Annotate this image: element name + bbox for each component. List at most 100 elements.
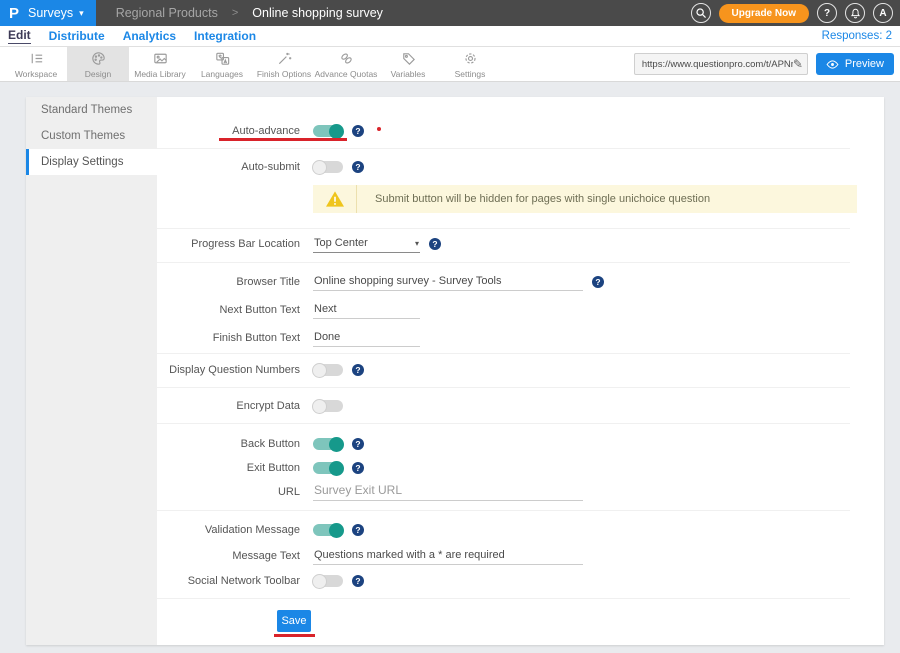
help-button[interactable]: ? bbox=[817, 3, 837, 23]
toolbar-item-media-library[interactable]: Media Library bbox=[129, 47, 191, 81]
header-actions: Upgrade Now ? A bbox=[691, 3, 893, 23]
upgrade-now-button[interactable]: Upgrade Now bbox=[719, 4, 809, 23]
divider bbox=[157, 228, 850, 229]
help-icon[interactable]: ? bbox=[352, 438, 364, 450]
auto-advance-toggle[interactable] bbox=[313, 125, 343, 137]
auto-submit-toggle[interactable] bbox=[313, 161, 343, 173]
breadcrumb-folder[interactable]: Regional Products bbox=[116, 6, 218, 20]
survey-url-field[interactable]: https://www.questionpro.com/t/APNrFZ ✎ bbox=[634, 53, 808, 75]
finish-button-text-label: Finish Button Text bbox=[157, 332, 300, 344]
warning-text: Submit button will be hidden for pages w… bbox=[357, 193, 710, 205]
exit-button-row: Exit Button ? bbox=[157, 456, 884, 480]
toggle-knob bbox=[312, 399, 327, 414]
finish-button-text-input[interactable] bbox=[313, 329, 420, 347]
tab-edit[interactable]: Edit bbox=[8, 28, 31, 44]
toggle-knob bbox=[312, 574, 327, 589]
avatar[interactable]: A bbox=[873, 3, 893, 23]
display-question-numbers-toggle[interactable] bbox=[313, 364, 343, 376]
message-text-input[interactable] bbox=[313, 547, 583, 565]
toolbar-item-settings[interactable]: Settings bbox=[439, 47, 501, 81]
help-icon[interactable]: ? bbox=[352, 524, 364, 536]
encrypt-data-row: Encrypt Data bbox=[157, 394, 884, 418]
toggle-knob bbox=[329, 461, 344, 476]
validation-message-toggle[interactable] bbox=[313, 524, 343, 536]
help-icon[interactable]: ? bbox=[592, 276, 604, 288]
tab-distribute[interactable]: Distribute bbox=[49, 29, 105, 44]
progress-bar-location-select[interactable]: Top Center ▾ bbox=[313, 235, 420, 253]
survey-url-text: https://www.questionpro.com/t/APNrFZ bbox=[642, 59, 793, 70]
sidebar-item-standard-themes[interactable]: Standard Themes bbox=[26, 97, 157, 123]
search-icon bbox=[694, 6, 708, 20]
main-nav: Edit Distribute Analytics Integration Re… bbox=[0, 26, 900, 47]
chevron-down-icon: ▾ bbox=[79, 8, 84, 19]
responses-count[interactable]: Responses: 2 bbox=[822, 30, 892, 42]
divider bbox=[157, 262, 850, 263]
toolbar-item-advance-quotas[interactable]: Advance Quotas bbox=[315, 47, 377, 81]
exit-url-input[interactable] bbox=[313, 483, 583, 501]
display-question-numbers-label: Display Question Numbers bbox=[157, 364, 300, 376]
next-button-text-row: Next Button Text bbox=[157, 298, 884, 322]
auto-advance-label: Auto-advance bbox=[157, 125, 300, 137]
message-text-label: Message Text bbox=[157, 550, 300, 562]
help-icon[interactable]: ? bbox=[352, 364, 364, 376]
social-network-toolbar-toggle[interactable] bbox=[313, 575, 343, 587]
browser-title-row: Browser Title ? bbox=[157, 270, 884, 294]
help-icon[interactable]: ? bbox=[352, 161, 364, 173]
message-text-row: Message Text bbox=[157, 544, 884, 568]
caret-down-icon: ▾ bbox=[415, 239, 419, 248]
notifications-button[interactable] bbox=[845, 3, 865, 23]
progress-bar-location-label: Progress Bar Location bbox=[157, 238, 300, 250]
tab-analytics[interactable]: Analytics bbox=[123, 29, 176, 44]
validation-message-row: Validation Message ? bbox=[157, 518, 884, 542]
breadcrumb-survey-title: Online shopping survey bbox=[252, 6, 383, 20]
toggle-knob bbox=[329, 523, 344, 538]
sidebar-item-custom-themes[interactable]: Custom Themes bbox=[26, 123, 157, 149]
help-icon[interactable]: ? bbox=[429, 238, 441, 250]
design-panel: Standard Themes Custom Themes Display Se… bbox=[26, 97, 884, 645]
design-sidebar: Standard Themes Custom Themes Display Se… bbox=[26, 97, 157, 645]
social-network-toolbar-row: Social Network Toolbar ? bbox=[157, 569, 884, 593]
next-button-text-input[interactable] bbox=[313, 301, 420, 319]
image-icon bbox=[152, 50, 169, 67]
exit-button-label: Exit Button bbox=[157, 462, 300, 474]
save-button[interactable]: Save bbox=[277, 610, 311, 632]
exit-button-toggle[interactable] bbox=[313, 462, 343, 474]
tab-integration[interactable]: Integration bbox=[194, 29, 256, 44]
back-button-toggle[interactable] bbox=[313, 438, 343, 450]
toolbar-item-variables[interactable]: Variables bbox=[377, 47, 439, 81]
preview-button[interactable]: Preview bbox=[816, 53, 894, 75]
help-icon[interactable]: ? bbox=[352, 575, 364, 587]
encrypt-data-label: Encrypt Data bbox=[157, 400, 300, 412]
edit-url-icon[interactable]: ✎ bbox=[793, 57, 803, 71]
browser-title-label: Browser Title bbox=[157, 276, 300, 288]
submit-hidden-warning: Submit button will be hidden for pages w… bbox=[313, 185, 857, 213]
tag-icon bbox=[400, 50, 417, 67]
workspace-list-icon bbox=[28, 50, 45, 67]
annotation-underline-auto-advance bbox=[219, 138, 347, 141]
sidebar-item-display-settings[interactable]: Display Settings bbox=[26, 149, 157, 175]
product-menu[interactable]: P Surveys ▾ bbox=[0, 0, 96, 26]
magic-wand-icon bbox=[276, 50, 293, 67]
toggle-knob bbox=[329, 437, 344, 452]
search-button[interactable] bbox=[691, 3, 711, 23]
help-icon[interactable]: ? bbox=[352, 125, 364, 137]
annotation-underline-save bbox=[274, 634, 315, 637]
toolbar-item-workspace[interactable]: Workspace bbox=[5, 47, 67, 81]
top-header: P Surveys ▾ Regional Products > Online s… bbox=[0, 0, 900, 26]
help-icon[interactable]: ? bbox=[352, 462, 364, 474]
finish-button-text-row: Finish Button Text bbox=[157, 326, 884, 350]
translate-icon bbox=[214, 50, 231, 67]
toolbar-item-design[interactable]: Design bbox=[67, 47, 129, 81]
preview-label: Preview bbox=[845, 58, 884, 70]
annotation-dot bbox=[377, 127, 381, 131]
design-toolbar: Workspace Design Media Library Languages… bbox=[0, 47, 900, 82]
social-network-toolbar-label: Social Network Toolbar bbox=[157, 575, 300, 587]
product-name: Surveys bbox=[28, 6, 73, 20]
browser-title-input[interactable] bbox=[313, 273, 583, 291]
palette-icon bbox=[90, 50, 107, 67]
breadcrumb: Regional Products > Online shopping surv… bbox=[116, 6, 383, 20]
toolbar-item-finish-options[interactable]: Finish Options bbox=[253, 47, 315, 81]
toolbar-item-languages[interactable]: Languages bbox=[191, 47, 253, 81]
auto-submit-label: Auto-submit bbox=[157, 161, 300, 173]
encrypt-data-toggle[interactable] bbox=[313, 400, 343, 412]
